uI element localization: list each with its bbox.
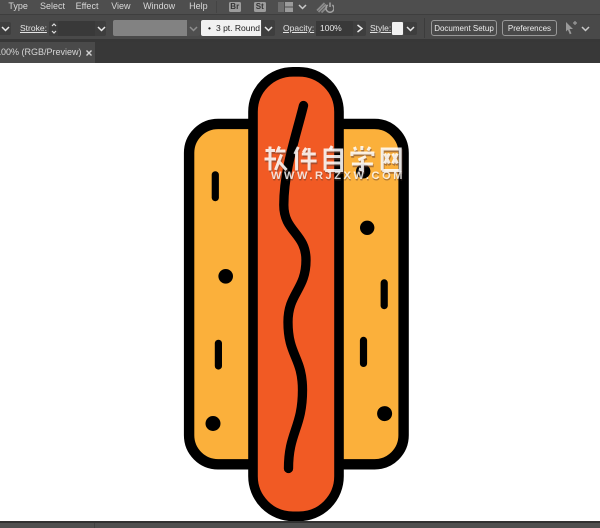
svg-text:WWW.RJZXW.COM: WWW.RJZXW.COM bbox=[271, 170, 405, 182]
